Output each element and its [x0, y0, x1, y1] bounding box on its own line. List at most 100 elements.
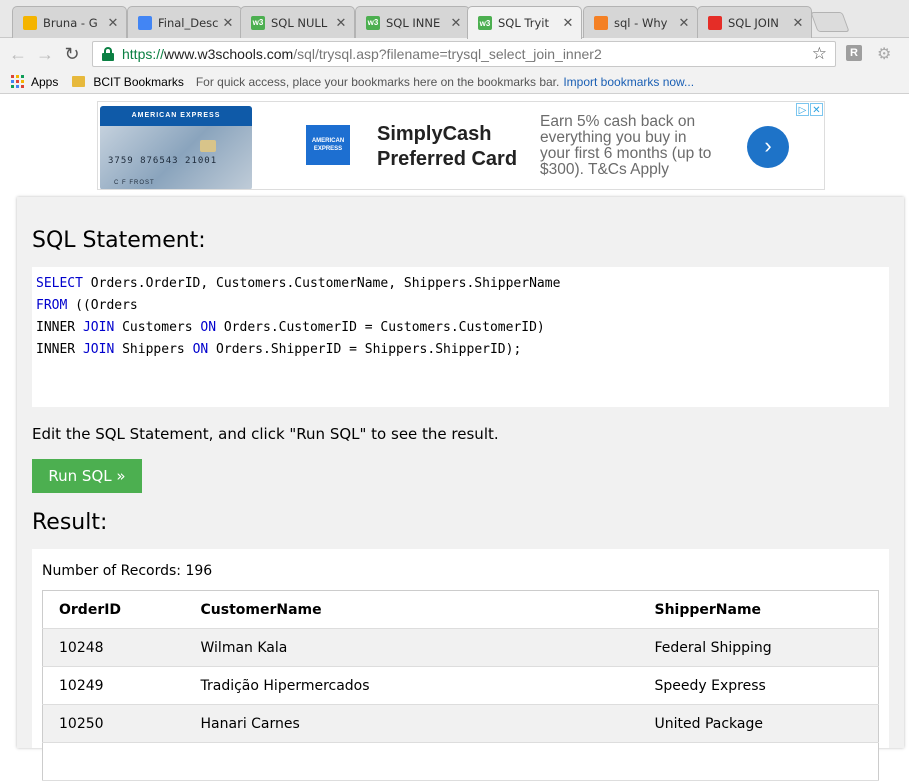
- w3schools-icon: w3: [251, 15, 265, 30]
- tryit-panel: SQL Statement: SELECT Orders.OrderID, Cu…: [17, 197, 904, 781]
- url-host: www.w3schools.com: [164, 46, 294, 62]
- sql-text: Orders.CustomerID = Customers.CustomerID…: [216, 320, 545, 335]
- sql-text: Customers: [114, 320, 201, 335]
- ad-banner[interactable]: AMERICAN EXPRESS 3759 876543 21001 C F F…: [97, 101, 825, 190]
- tab-close-icon[interactable]: ✕: [675, 15, 693, 31]
- sql-text: Orders.ShipperID = Shippers.ShipperID);: [208, 342, 522, 357]
- table-row: 10250 Hanari Carnes United Package: [42, 704, 879, 743]
- code-line: INNER JOIN Customers ON Orders.CustomerI…: [36, 317, 885, 339]
- tab-close-icon[interactable]: ✕: [559, 15, 577, 31]
- column-header: CustomerName: [184, 590, 639, 629]
- result-table: OrderID CustomerName ShipperName 10248 Wi…: [42, 590, 879, 781]
- sql-keyword: SELECT: [36, 276, 83, 291]
- lock-icon: [102, 47, 114, 61]
- code-line: FROM ((Orders: [36, 295, 885, 317]
- bookmarks-hint: For quick access, place your bookmarks h…: [195, 74, 560, 89]
- table-cell: Hanari Carnes: [184, 704, 639, 743]
- w3schools-icon: w3: [366, 15, 380, 30]
- youtube-icon: [708, 15, 722, 30]
- adchoices-icon[interactable]: ▷: [796, 103, 809, 116]
- settings-gear-icon[interactable]: ⚙: [877, 44, 891, 64]
- w3schools-icon: w3: [478, 16, 492, 30]
- apps-link[interactable]: Apps: [31, 75, 58, 89]
- reload-icon[interactable]: ↻: [62, 44, 82, 64]
- run-sql-button[interactable]: Run SQL »: [32, 459, 142, 493]
- bookmark-star-icon[interactable]: ☆: [812, 44, 827, 64]
- tab-3[interactable]: w3 SQL INNE ✕: [355, 6, 470, 38]
- card-holder-name: C F FROST: [114, 180, 155, 186]
- bookmarks-bar: Apps BCIT Bookmarks For quick access, pl…: [0, 70, 909, 94]
- tab-label: SQL INNE: [386, 15, 441, 30]
- tab-close-icon[interactable]: ✕: [104, 15, 122, 31]
- back-arrow-icon[interactable]: ←: [8, 44, 28, 64]
- url-scheme: https://: [122, 46, 165, 62]
- result-box: Number of Records: 196 OrderID CustomerN…: [32, 549, 889, 781]
- code-line: INNER JOIN Shippers ON Orders.ShipperID …: [36, 339, 885, 361]
- sql-statement-heading: SQL Statement:: [32, 228, 206, 253]
- tab-2[interactable]: w3 SQL NULL ✕: [240, 6, 355, 38]
- table-cell: 10249: [42, 666, 185, 705]
- ad-chevron-right-icon[interactable]: ›: [747, 126, 789, 168]
- sql-text: ((Orders: [67, 298, 138, 313]
- google-drive-icon: [23, 15, 37, 30]
- sql-text: INNER: [36, 320, 83, 335]
- extension-r-icon[interactable]: R: [846, 45, 862, 61]
- bookmark-folder-bcit[interactable]: BCIT Bookmarks: [93, 75, 183, 89]
- table-row: 10249 Tradição Hipermercados Speedy Expres…: [42, 666, 879, 705]
- table-cell: Speedy Express: [638, 666, 879, 705]
- table-cell: Wilman Kala: [184, 628, 639, 667]
- new-tab-button[interactable]: [810, 12, 850, 32]
- instruction-text: Edit the SQL Statement, and click "Run S…: [32, 425, 499, 443]
- import-bookmarks-link[interactable]: Import bookmarks now...: [563, 75, 694, 89]
- apps-grid-icon[interactable]: [11, 75, 24, 88]
- amex-logo: AMERICAN EXPRESS: [306, 125, 350, 165]
- tab-strip: Bruna - G ✕ Final_Desc ✕ w3 SQL NULL ✕ w3 SQL IN…: [0, 0, 909, 39]
- code-line: SELECT Orders.OrderID, Customers.Custome…: [36, 273, 885, 295]
- sql-editor[interactable]: SELECT Orders.OrderID, Customers.Custome…: [32, 267, 889, 407]
- table-header-row: OrderID CustomerName ShipperName: [42, 590, 879, 629]
- column-header: ShipperName: [638, 590, 879, 629]
- tab-label: sql - Why: [614, 15, 668, 30]
- tab-close-icon[interactable]: ✕: [219, 15, 237, 31]
- table-row: 10248 Wilman Kala Federal Shipping: [42, 628, 879, 667]
- card-number: 3759 876543 21001: [108, 156, 218, 166]
- tab-1[interactable]: Final_Desc ✕: [127, 6, 242, 38]
- table-cell: Tradição Hipermercados: [184, 666, 639, 705]
- table-cell: 10250: [42, 704, 185, 743]
- card-chip: [200, 140, 216, 152]
- tab-label: SQL NULL: [271, 15, 328, 30]
- tab-label: SQL Tryit: [498, 16, 549, 30]
- address-bar[interactable]: https://www.w3schools.com/sql/trysql.asp…: [92, 41, 836, 67]
- tab-4[interactable]: w3 SQL Tryit ✕: [467, 6, 582, 39]
- ad-title[interactable]: SimplyCash Preferred Card: [377, 122, 527, 172]
- browser-toolbar: ← → ↻ https://www.w3schools.com/sql/trys…: [0, 38, 909, 70]
- tab-5[interactable]: sql - Why ✕: [583, 6, 698, 38]
- table-cell: United Package: [638, 704, 879, 743]
- credit-card-image: AMERICAN EXPRESS 3759 876543 21001 C F F…: [100, 106, 252, 189]
- sql-keyword: ON: [200, 320, 217, 335]
- tab-close-icon[interactable]: ✕: [447, 15, 465, 31]
- folder-icon: [72, 76, 86, 87]
- sql-keyword: ON: [192, 342, 209, 357]
- tab-close-icon[interactable]: ✕: [789, 15, 807, 31]
- record-count: Number of Records: 196: [42, 563, 213, 579]
- table-cell: [42, 742, 185, 781]
- table-cell: [184, 742, 639, 781]
- tab-close-icon[interactable]: ✕: [332, 15, 350, 31]
- tab-6[interactable]: SQL JOIN ✕: [697, 6, 812, 38]
- result-heading: Result:: [32, 510, 108, 535]
- tab-label: Bruna - G: [43, 15, 98, 30]
- forward-arrow-icon[interactable]: →: [35, 44, 55, 64]
- table-cell: 10248: [42, 628, 185, 667]
- sql-text: Shippers: [114, 342, 193, 357]
- tab-label: Final_Desc: [158, 15, 219, 30]
- sql-keyword: FROM: [36, 298, 68, 313]
- tab-0[interactable]: Bruna - G ✕: [12, 6, 127, 38]
- table-cell: Federal Shipping: [638, 628, 879, 667]
- stackoverflow-icon: [594, 15, 608, 30]
- ad-copy: Earn 5% cash back on everything you buy …: [540, 113, 712, 178]
- card-brand: AMERICAN EXPRESS: [100, 106, 252, 126]
- ad-close-icon[interactable]: ✕: [810, 103, 823, 116]
- table-cell: [638, 742, 879, 781]
- column-header: OrderID: [42, 590, 185, 629]
